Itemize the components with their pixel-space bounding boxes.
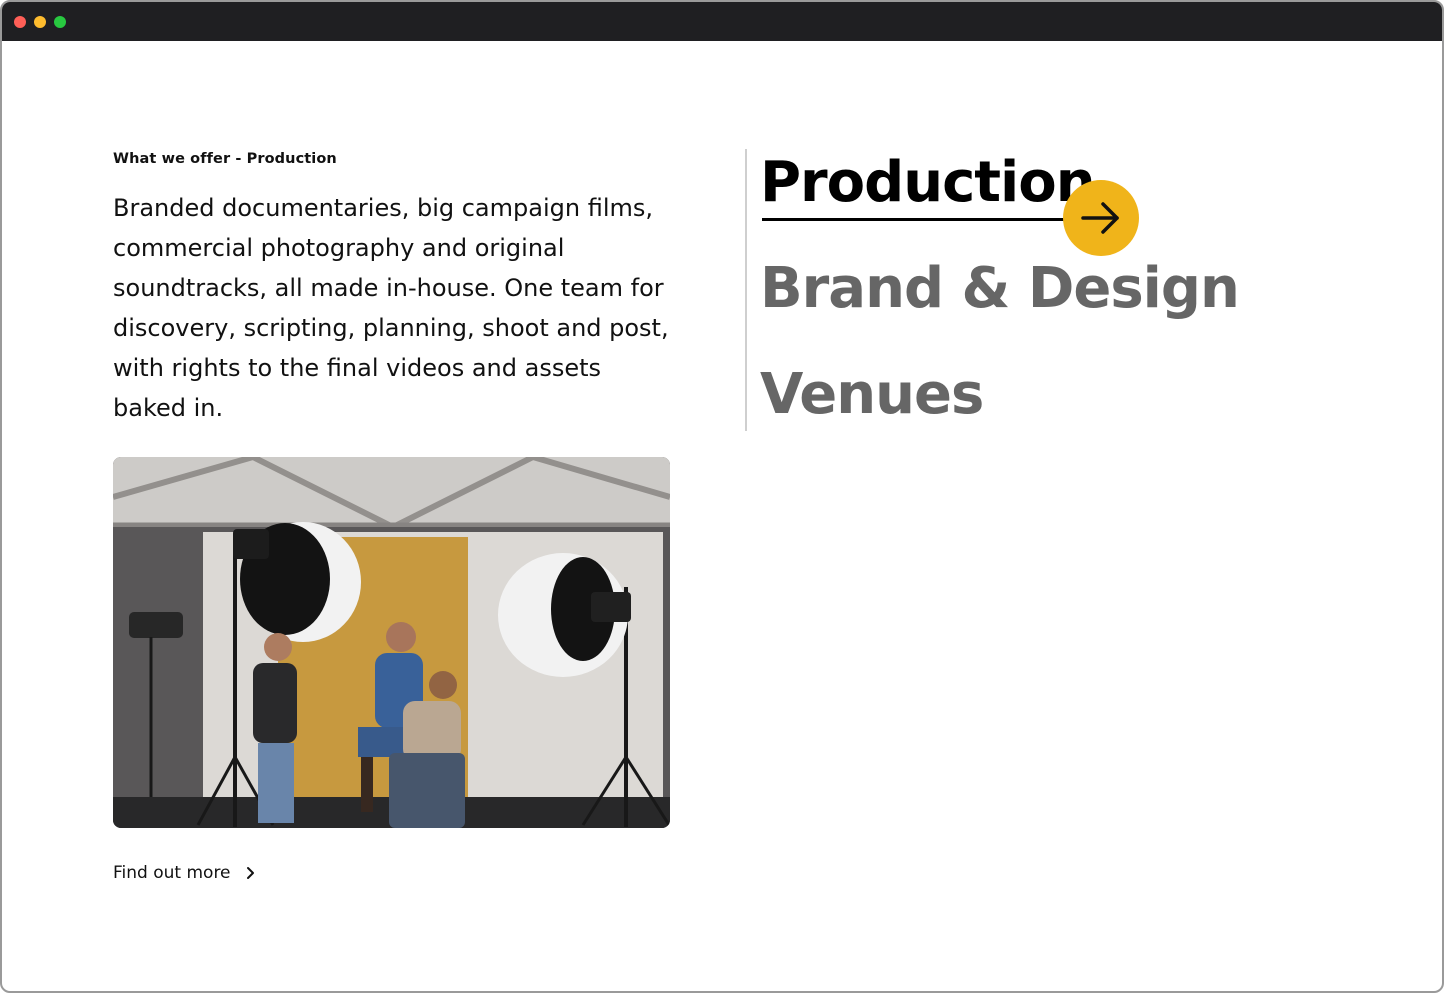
production-photo [113, 457, 670, 828]
production-arrow-button[interactable] [1063, 180, 1139, 256]
vertical-divider [745, 149, 747, 431]
studio-photo-illustration [113, 457, 670, 828]
service-item-venues[interactable]: Venues [760, 362, 984, 427]
section-eyebrow: What we offer - Production [113, 151, 337, 167]
arrow-right-icon [1081, 202, 1119, 234]
service-item-production[interactable]: Production [760, 150, 1096, 221]
maximize-window-button[interactable] [54, 16, 66, 28]
minimize-window-button[interactable] [34, 16, 46, 28]
service-label-production: Production [760, 150, 1096, 215]
window-titlebar [2, 2, 1442, 41]
section-intro: Branded documentaries, big campaign film… [113, 194, 669, 422]
active-underline [762, 218, 1085, 221]
close-window-button[interactable] [14, 16, 26, 28]
find-out-more-link[interactable]: Find out more [113, 860, 257, 886]
browser-window: What we offer - Production Branded docum… [0, 0, 1444, 993]
find-out-more-label: Find out more [113, 863, 231, 883]
chevron-right-icon [246, 867, 254, 879]
service-item-brand-design[interactable]: Brand & Design [760, 256, 1240, 321]
